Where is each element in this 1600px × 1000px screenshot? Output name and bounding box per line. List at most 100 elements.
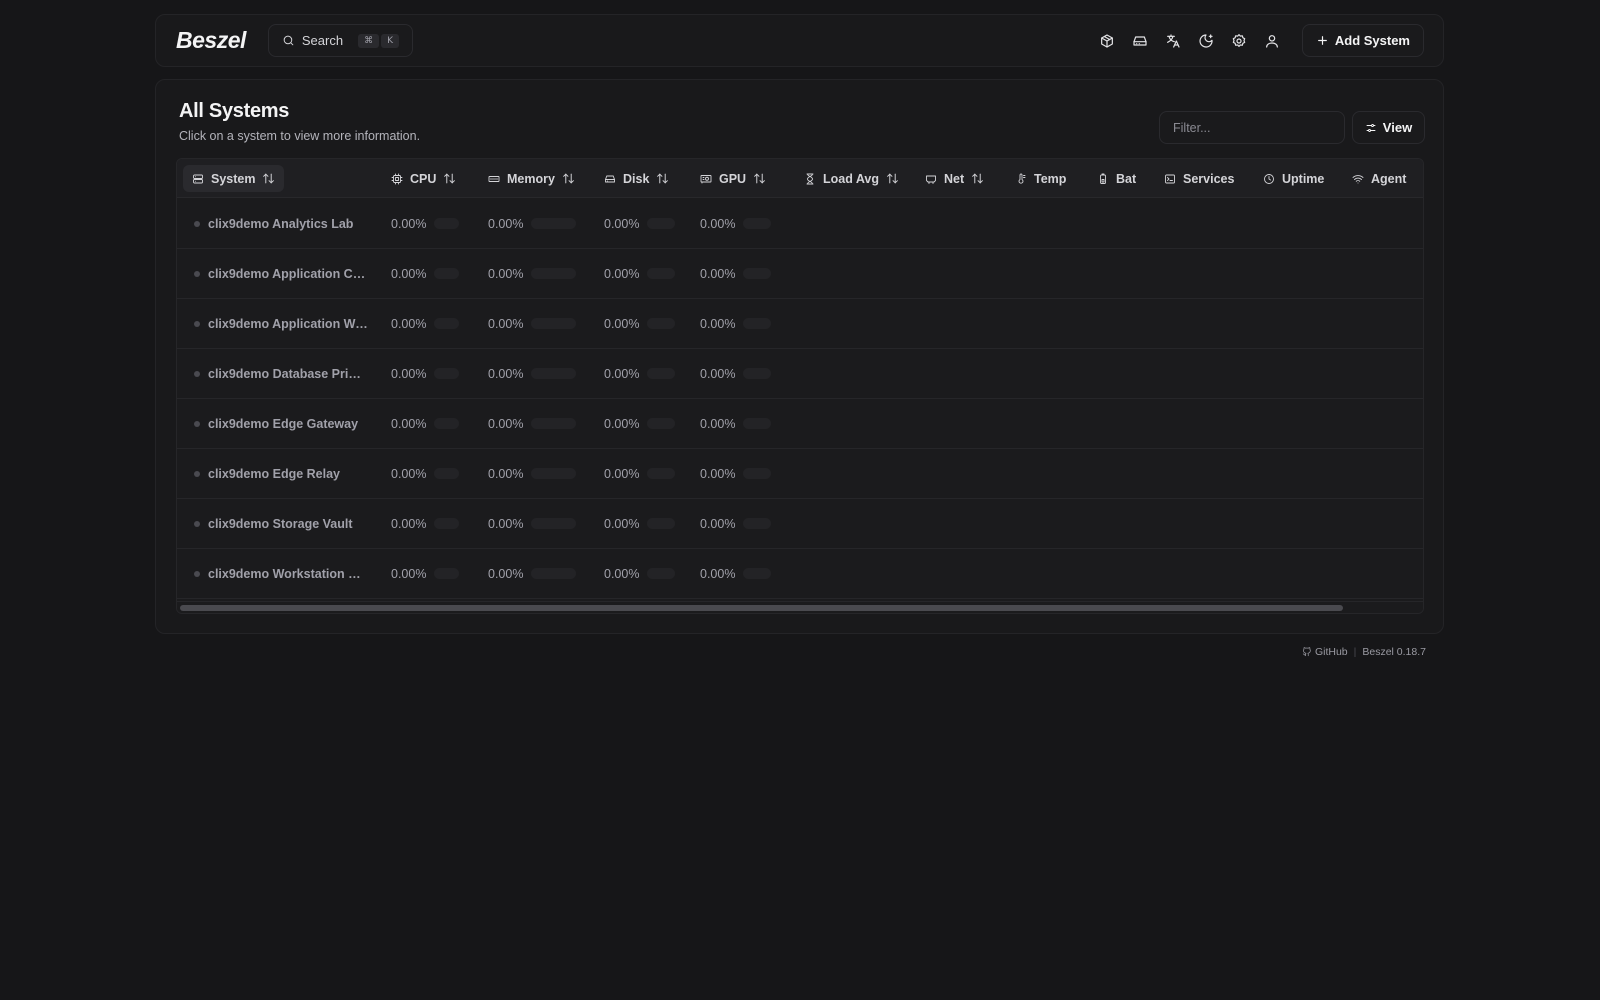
cpu-value: 0.00%	[391, 416, 427, 431]
column-label: Bat	[1116, 171, 1137, 186]
disk-bar	[647, 518, 676, 529]
disk-value: 0.00%	[604, 366, 640, 381]
column-header-gpu[interactable]: GPU	[700, 159, 766, 198]
add-system-button[interactable]: Add System	[1301, 24, 1424, 57]
sort-icon	[971, 172, 984, 185]
cpu-bar	[434, 268, 460, 279]
disk-cell: 0.00%	[604, 199, 676, 248]
settings-button[interactable]	[1223, 24, 1256, 57]
memory-bar	[531, 218, 577, 229]
memory-bar	[531, 268, 577, 279]
table-row[interactable]: clix9demo Edge Gateway 0.00% 0.00% 0.00%…	[177, 399, 1423, 449]
hourglass-icon	[804, 173, 816, 185]
containers-icon	[1099, 33, 1115, 49]
disks-button[interactable]	[1124, 24, 1157, 57]
column-header-uptime[interactable]: Uptime	[1263, 159, 1324, 198]
terminal-icon	[1164, 173, 1176, 185]
column-header-load-avg[interactable]: Load Avg	[804, 159, 899, 198]
scrollbar-thumb[interactable]	[180, 605, 1343, 611]
gpu-bar	[743, 368, 772, 379]
column-header-bat[interactable]: Bat	[1097, 159, 1136, 198]
memory-bar	[531, 368, 577, 379]
gpu-icon	[700, 173, 712, 185]
system-name[interactable]: clix9demo Analytics Lab	[208, 217, 353, 231]
cpu-value: 0.00%	[391, 566, 427, 581]
containers-button[interactable]	[1091, 24, 1124, 57]
system-name[interactable]: clix9demo Application Wo...	[208, 317, 368, 331]
systems-card: All Systems Click on a system to view mo…	[155, 79, 1444, 634]
gpu-cell: 0.00%	[700, 249, 772, 298]
system-cell: clix9demo Database Prim...	[194, 349, 368, 398]
table-row[interactable]: clix9demo Database Prim... 0.00% 0.00% 0…	[177, 349, 1423, 399]
filter-input[interactable]	[1159, 111, 1345, 144]
disk-cell: 0.00%	[604, 499, 676, 548]
disk-value: 0.00%	[604, 266, 640, 281]
theme-toggle-button[interactable]	[1190, 24, 1223, 57]
battery-icon	[1097, 173, 1109, 185]
table-row[interactable]: clix9demo Workstation St... 0.00% 0.00% …	[177, 549, 1423, 599]
column-header-net[interactable]: Net	[925, 159, 984, 198]
gpu-bar	[743, 268, 772, 279]
cpu-icon	[391, 173, 403, 185]
column-header-services[interactable]: Services	[1164, 159, 1234, 198]
moon-icon	[1198, 33, 1214, 49]
memory-cell: 0.00%	[488, 499, 577, 548]
column-label: Temp	[1034, 171, 1067, 186]
sort-icon	[656, 172, 669, 185]
memory-cell: 0.00%	[488, 249, 577, 298]
cpu-cell: 0.00%	[391, 399, 460, 448]
system-name[interactable]: clix9demo Edge Relay	[208, 467, 340, 481]
cpu-value: 0.00%	[391, 466, 427, 481]
beszel-logo[interactable]: Beszel	[176, 27, 246, 54]
system-name[interactable]: clix9demo Workstation St...	[208, 567, 368, 581]
column-label: Net	[944, 171, 965, 186]
system-name[interactable]: clix9demo Application Core	[208, 267, 368, 281]
disk-bar	[647, 368, 676, 379]
thermometer-icon	[1015, 173, 1027, 185]
view-options-button[interactable]: View	[1352, 111, 1425, 144]
status-dot	[194, 220, 200, 227]
disk-value: 0.00%	[604, 416, 640, 431]
table-row[interactable]: clix9demo Application Wo... 0.00% 0.00% …	[177, 299, 1423, 349]
disk-cell: 0.00%	[604, 449, 676, 498]
system-cell: clix9demo Edge Relay	[194, 449, 340, 498]
disk-value: 0.00%	[604, 466, 640, 481]
column-header-system[interactable]: System	[183, 165, 285, 192]
user-menu-button[interactable]	[1256, 24, 1289, 57]
language-button[interactable]	[1157, 24, 1190, 57]
github-link[interactable]: GitHub	[1302, 646, 1348, 658]
disk-cell: 0.00%	[604, 549, 676, 598]
cpu-value: 0.00%	[391, 266, 427, 281]
cpu-value: 0.00%	[391, 516, 427, 531]
table-row[interactable]: clix9demo Application Core 0.00% 0.00% 0…	[177, 249, 1423, 299]
version-link[interactable]: Beszel 0.18.7	[1362, 646, 1426, 658]
column-label: Memory	[507, 171, 555, 186]
system-cell: clix9demo Workstation St...	[194, 549, 368, 598]
system-name[interactable]: clix9demo Database Prim...	[208, 367, 368, 381]
column-header-cpu[interactable]: CPU	[391, 159, 456, 198]
column-header-temp[interactable]: Temp	[1015, 159, 1066, 198]
table-row[interactable]: clix9demo Edge Relay 0.00% 0.00% 0.00% 0…	[177, 449, 1423, 499]
gpu-value: 0.00%	[700, 216, 736, 231]
gpu-value: 0.00%	[700, 366, 736, 381]
status-dot	[194, 470, 200, 477]
sort-icon	[443, 172, 456, 185]
systems-table: System CPU Memory Disk GPU Load Avg Net …	[176, 158, 1424, 614]
memory-value: 0.00%	[488, 266, 524, 281]
github-icon	[1302, 647, 1312, 657]
search-button[interactable]: Search ⌘ K	[267, 24, 413, 57]
search-label: Search	[301, 33, 344, 48]
gpu-bar	[743, 218, 772, 229]
memory-value: 0.00%	[488, 316, 524, 331]
system-name[interactable]: clix9demo Edge Gateway	[208, 417, 358, 431]
horizontal-scrollbar[interactable]	[177, 601, 1423, 613]
gpu-cell: 0.00%	[700, 199, 772, 248]
column-header-agent[interactable]: Agent	[1352, 159, 1406, 198]
wifi-icon	[1352, 173, 1364, 185]
column-header-disk[interactable]: Disk	[604, 159, 669, 198]
cpu-bar	[434, 518, 460, 529]
column-header-memory[interactable]: Memory	[488, 159, 575, 198]
table-row[interactable]: clix9demo Storage Vault 0.00% 0.00% 0.00…	[177, 499, 1423, 549]
table-row[interactable]: clix9demo Analytics Lab 0.00% 0.00% 0.00…	[177, 199, 1423, 249]
system-name[interactable]: clix9demo Storage Vault	[208, 517, 353, 531]
